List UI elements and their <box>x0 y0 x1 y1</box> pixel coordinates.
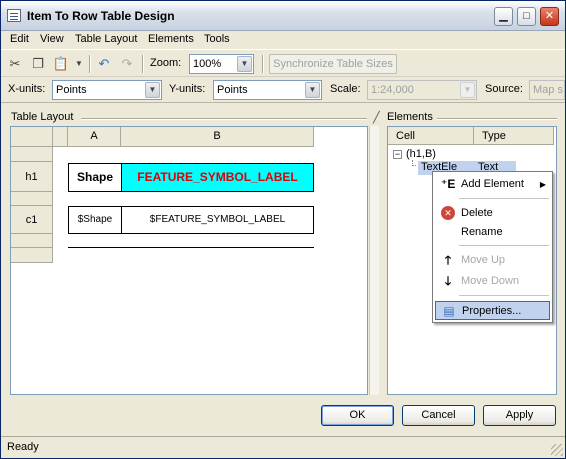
arrow-down-icon: 🡓 <box>444 274 452 288</box>
menu-separator <box>459 245 549 246</box>
status-bar: Ready <box>1 436 565 458</box>
y-units-select[interactable]: Points ▼ <box>213 80 322 100</box>
column-header-cell[interactable]: Cell <box>388 127 474 145</box>
zoom-select[interactable]: 100% ▼ <box>189 54 254 74</box>
menu-separator <box>459 198 549 199</box>
elements-header: Elements <box>387 111 433 123</box>
divider <box>81 118 367 119</box>
table-layout-header: Table Layout <box>11 111 74 123</box>
context-menu: ⁺E Add Element ▶ ✕ Delete Rename 🡑 Move … <box>432 171 553 323</box>
menu-tools[interactable]: Tools <box>204 33 230 45</box>
paste-icon[interactable]: 📋 <box>52 55 70 73</box>
column-header-b[interactable]: B <box>121 127 314 147</box>
row-header-spacer <box>11 147 53 162</box>
ok-button[interactable]: OK <box>321 405 394 426</box>
splitter-grip-icon[interactable]: ╱ <box>373 111 380 124</box>
row-header-spacer <box>11 248 53 263</box>
grid-corner <box>11 127 53 147</box>
maximize-button[interactable]: □ <box>517 7 536 26</box>
scale-label: Scale: <box>330 83 361 95</box>
table-icon <box>7 9 21 22</box>
zoom-value: 100% <box>193 58 222 70</box>
y-units-label: Y-units: <box>169 83 206 95</box>
menu-view[interactable]: View <box>40 33 64 45</box>
redo-icon[interactable]: ↷ <box>118 55 136 73</box>
submenu-arrow-icon: ▶ <box>539 180 546 189</box>
cell-c1-b[interactable]: $FEATURE_SYMBOL_LABEL <box>121 206 314 234</box>
synchronize-table-sizes-button[interactable]: Synchronize Table Sizes <box>269 54 397 74</box>
arrow-up-icon: 🡑 <box>444 253 452 267</box>
grid-spacer-column <box>53 127 68 147</box>
menu-bar: Edit View Table Layout Elements Tools <box>1 31 565 50</box>
menu-move-up[interactable]: 🡑 Move Up <box>435 251 550 270</box>
units-toolbar: X-units: Points ▼ Y-units: Points ▼ Scal… <box>1 77 565 103</box>
source-label: Source: <box>485 83 523 95</box>
menu-rename[interactable]: Rename <box>435 223 550 242</box>
x-units-label: X-units: <box>8 83 46 95</box>
menu-separator <box>459 295 549 296</box>
title-bar: Item To Row Table Design ▁ □ ✕ <box>1 1 565 31</box>
minimize-button[interactable]: ▁ <box>494 7 513 26</box>
chevron-down-icon[interactable]: ▼ <box>305 82 320 98</box>
window-title: Item To Row Table Design <box>27 9 175 23</box>
toolbar-separator <box>142 55 143 73</box>
divider <box>437 118 557 119</box>
menu-table-layout[interactable]: Table Layout <box>75 33 137 45</box>
apply-button[interactable]: Apply <box>483 405 556 426</box>
tree-root-item[interactable]: (h1,B) <box>406 148 436 160</box>
status-text: Ready <box>7 441 39 453</box>
menu-elements[interactable]: Elements <box>148 33 194 45</box>
row-header-h1[interactable]: h1 <box>11 162 53 192</box>
cut-icon[interactable]: ✂ <box>6 55 24 73</box>
tree-collapse-icon[interactable]: − <box>393 150 402 159</box>
row-header-c1[interactable]: c1 <box>11 206 53 234</box>
cell-h1-b[interactable]: FEATURE_SYMBOL_LABEL <box>121 163 314 192</box>
menu-add-element[interactable]: ⁺E Add Element ▶ <box>435 175 550 194</box>
menu-edit[interactable]: Edit <box>10 33 29 45</box>
copy-icon[interactable]: ❐ <box>29 55 47 73</box>
column-header-type[interactable]: Type <box>474 127 554 145</box>
row-header-spacer <box>11 192 53 206</box>
splitter-bar[interactable] <box>369 126 379 395</box>
table-bottom-line <box>68 247 314 248</box>
paste-dropdown-icon[interactable]: ▼ <box>70 55 88 73</box>
scale-select[interactable]: 1:24,000 ▼ <box>367 80 477 100</box>
tree-line <box>412 160 416 166</box>
undo-icon[interactable]: ↶ <box>95 55 113 73</box>
close-button[interactable]: ✕ <box>540 7 559 26</box>
x-units-select[interactable]: Points ▼ <box>52 80 162 100</box>
delete-icon: ✕ <box>441 206 455 220</box>
cell-h1-a[interactable]: Shape <box>68 163 122 192</box>
chevron-down-icon[interactable]: ▼ <box>460 82 475 98</box>
menu-properties[interactable]: ▤ Properties... <box>435 301 550 320</box>
cancel-button[interactable]: Cancel <box>402 405 475 426</box>
toolbar-separator <box>89 55 90 73</box>
menu-move-down[interactable]: 🡓 Move Down <box>435 272 550 291</box>
chevron-down-icon[interactable]: ▼ <box>237 56 252 72</box>
zoom-label: Zoom: <box>150 57 182 69</box>
properties-icon: ▤ <box>443 304 455 318</box>
dialog-window: Item To Row Table Design ▁ □ ✕ Edit View… <box>0 0 566 459</box>
chevron-down-icon[interactable]: ▼ <box>145 82 160 98</box>
table-layout-pane[interactable]: A B h1 c1 Shape FEATURE_SYMBOL_LABEL $Sh… <box>10 126 368 395</box>
y-units-value: Points <box>217 84 248 96</box>
add-element-icon: ⁺E <box>441 177 456 191</box>
resize-grip-icon[interactable] <box>551 444 563 456</box>
source-select[interactable]: Map s <box>529 80 565 100</box>
column-header-a[interactable]: A <box>68 127 121 147</box>
cell-c1-a[interactable]: $Shape <box>68 206 122 234</box>
menu-delete[interactable]: ✕ Delete <box>435 204 550 223</box>
source-value: Map s <box>533 84 563 96</box>
x-units-value: Points <box>56 84 87 96</box>
toolbar-separator <box>262 55 263 73</box>
row-header-spacer <box>11 234 53 248</box>
scale-value: 1:24,000 <box>371 84 414 96</box>
